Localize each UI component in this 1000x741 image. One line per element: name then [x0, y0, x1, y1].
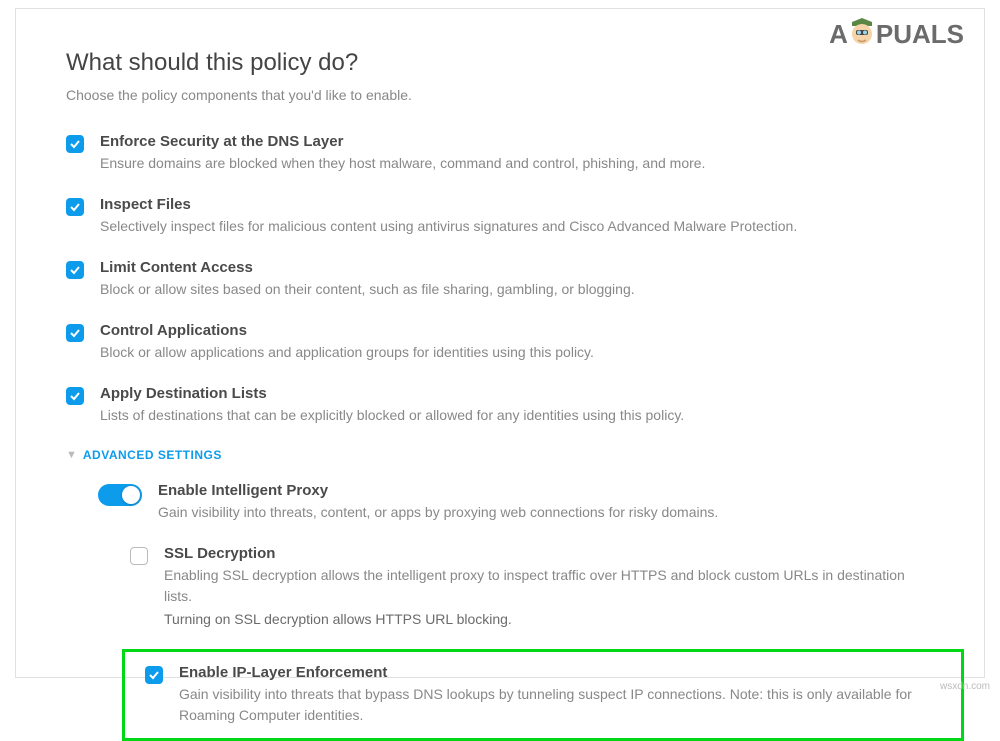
option-title: Control Applications — [100, 322, 934, 339]
highlight-box-ip-layer: Enable IP-Layer Enforcement Gain visibil… — [122, 649, 964, 741]
option-content: Limit Content Access Block or allow site… — [100, 259, 934, 300]
checkmark-icon — [148, 669, 160, 681]
option-content: SSL Decryption Enabling SSL decryption a… — [164, 545, 934, 627]
brand-logo: A PUALS — [829, 19, 964, 50]
checkbox-destination-lists[interactable] — [66, 387, 84, 405]
option-content: Apply Destination Lists Lists of destina… — [100, 385, 934, 426]
logo-suffix: PUALS — [876, 19, 964, 49]
advanced-settings-header[interactable]: ▼ ADVANCED SETTINGS — [66, 448, 934, 462]
checkbox-control-apps[interactable] — [66, 324, 84, 342]
option-content: Enable Intelligent Proxy Gain visibility… — [158, 482, 934, 523]
checkbox-limit-content[interactable] — [66, 261, 84, 279]
checkbox-dns-layer[interactable] — [66, 135, 84, 153]
option-title: Inspect Files — [100, 196, 934, 213]
option-title: Enforce Security at the DNS Layer — [100, 133, 934, 150]
page-subtitle: Choose the policy components that you'd … — [66, 87, 934, 103]
option-content: Enforce Security at the DNS Layer Ensure… — [100, 133, 934, 174]
checkmark-icon — [69, 138, 81, 150]
option-intelligent-proxy: Enable Intelligent Proxy Gain visibility… — [98, 482, 934, 523]
option-title: SSL Decryption — [164, 545, 934, 562]
option-dns-layer: Enforce Security at the DNS Layer Ensure… — [66, 133, 934, 174]
chevron-down-icon: ▼ — [66, 449, 77, 461]
checkmark-icon — [69, 327, 81, 339]
option-title: Enable Intelligent Proxy — [158, 482, 934, 499]
checkbox-ssl-decryption[interactable] — [130, 547, 148, 565]
checkbox-inspect-files[interactable] — [66, 198, 84, 216]
option-desc: Enabling SSL decryption allows the intel… — [164, 565, 934, 607]
option-title: Apply Destination Lists — [100, 385, 934, 402]
option-desc: Ensure domains are blocked when they hos… — [100, 153, 934, 174]
option-destination-lists: Apply Destination Lists Lists of destina… — [66, 385, 934, 426]
option-desc: Block or allow applications and applicat… — [100, 342, 934, 363]
option-desc: Selectively inspect files for malicious … — [100, 216, 934, 237]
toggle-intelligent-proxy[interactable] — [98, 484, 142, 506]
watermark: wsxdn.com — [940, 681, 990, 692]
checkbox-ip-layer[interactable] — [145, 666, 163, 684]
option-content: Enable IP-Layer Enforcement Gain visibil… — [179, 664, 953, 726]
checkmark-icon — [69, 390, 81, 402]
option-desc: Gain visibility into threats that bypass… — [179, 684, 953, 726]
logo-mascot-icon — [848, 16, 876, 48]
option-content: Inspect Files Selectively inspect files … — [100, 196, 934, 237]
option-desc: Block or allow sites based on their cont… — [100, 279, 934, 300]
advanced-settings-label: ADVANCED SETTINGS — [83, 448, 222, 462]
option-desc: Lists of destinations that can be explic… — [100, 405, 934, 426]
main-container: A PUALS What should this policy do? Choo… — [15, 8, 985, 678]
checkmark-icon — [69, 201, 81, 213]
option-title: Enable IP-Layer Enforcement — [179, 664, 953, 681]
logo-prefix: A — [829, 19, 848, 49]
checkmark-icon — [69, 264, 81, 276]
option-desc: Gain visibility into threats, content, o… — [158, 502, 934, 523]
option-control-apps: Control Applications Block or allow appl… — [66, 322, 934, 363]
option-inspect-files: Inspect Files Selectively inspect files … — [66, 196, 934, 237]
option-content: Control Applications Block or allow appl… — [100, 322, 934, 363]
option-title: Limit Content Access — [100, 259, 934, 276]
option-ip-layer: Enable IP-Layer Enforcement Gain visibil… — [145, 664, 953, 726]
option-ssl-decryption: SSL Decryption Enabling SSL decryption a… — [130, 545, 934, 627]
option-limit-content: Limit Content Access Block or allow site… — [66, 259, 934, 300]
option-note: Turning on SSL decryption allows HTTPS U… — [164, 611, 934, 627]
page-title: What should this policy do? — [66, 49, 934, 77]
